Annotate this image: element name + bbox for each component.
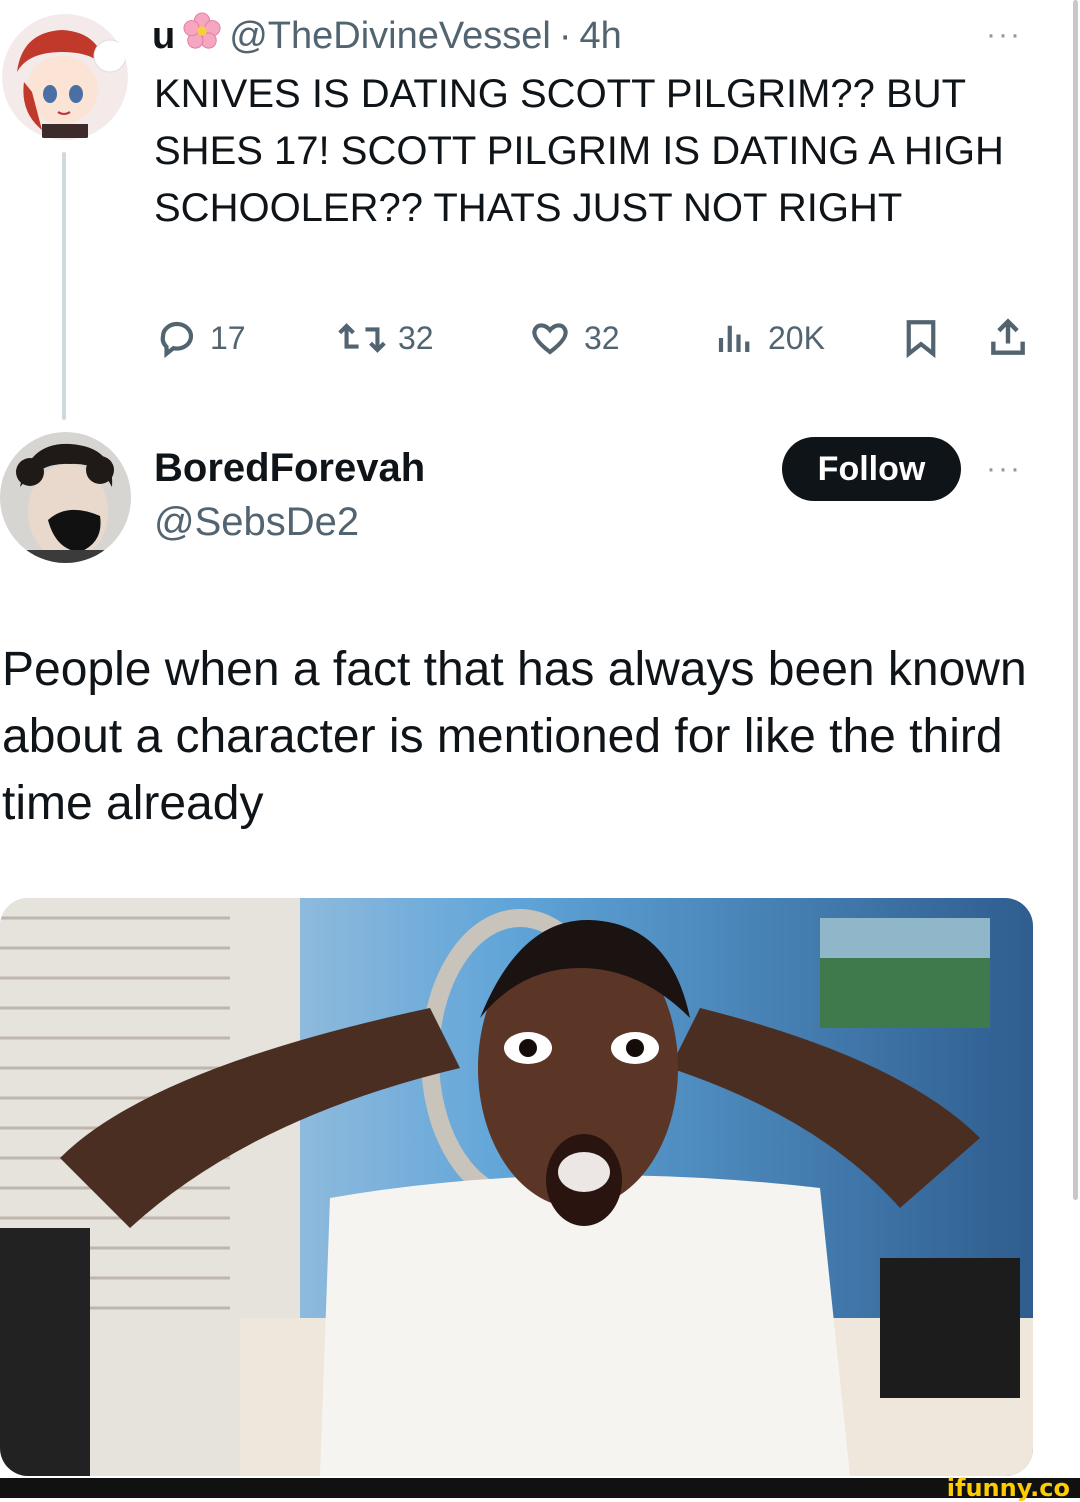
avatar-thedivinevessel[interactable]: [2, 12, 128, 142]
scrollbar[interactable]: [1073, 0, 1078, 1200]
tweet1-separator: ·: [558, 14, 572, 57]
tweet1-text: KNIVES IS DATING SCOTT PILGRIM?? BUT SHE…: [154, 72, 1004, 230]
reply-button[interactable]: 17: [156, 312, 246, 364]
thread-line: [62, 152, 66, 420]
tweet1-display-name[interactable]: u: [152, 15, 175, 58]
views-count: 20K: [768, 319, 825, 356]
avatar-boredforevah[interactable]: [0, 432, 131, 563]
bookmark-button[interactable]: [900, 312, 942, 364]
repost-count: 32: [398, 319, 434, 356]
repost-icon: [338, 323, 386, 353]
views-icon: [718, 325, 750, 352]
tweet2-text: People when a fact that has always been …: [2, 643, 1027, 830]
reply-icon: [160, 321, 194, 359]
tweet2-handle[interactable]: @SebsDe2: [154, 500, 359, 545]
views-button[interactable]: 20K: [714, 312, 825, 364]
tweet1-handle[interactable]: @TheDivineVessel: [229, 15, 551, 58]
share-icon: [991, 318, 1025, 355]
like-button[interactable]: 32: [528, 312, 620, 364]
repost-button[interactable]: 32: [338, 312, 434, 364]
more-options-icon[interactable]: ···: [986, 452, 1022, 486]
follow-button[interactable]: Follow: [782, 437, 961, 501]
share-button[interactable]: [986, 312, 1030, 364]
bookmark-icon: [906, 320, 936, 359]
tweet2-display-name[interactable]: BoredForevah: [154, 446, 425, 491]
like-count: 32: [584, 319, 620, 356]
tweet1-time[interactable]: 4h: [579, 15, 621, 58]
bottom-bar: [0, 1478, 1080, 1498]
tweet1-header: u @TheDivineVessel · 4h: [152, 12, 622, 60]
more-options-icon[interactable]: ···: [986, 18, 1022, 52]
cherry-blossom-icon: [183, 12, 221, 60]
heart-icon: [532, 323, 568, 355]
tweet2-media-image[interactable]: [0, 898, 1033, 1476]
reply-count: 17: [210, 319, 246, 356]
